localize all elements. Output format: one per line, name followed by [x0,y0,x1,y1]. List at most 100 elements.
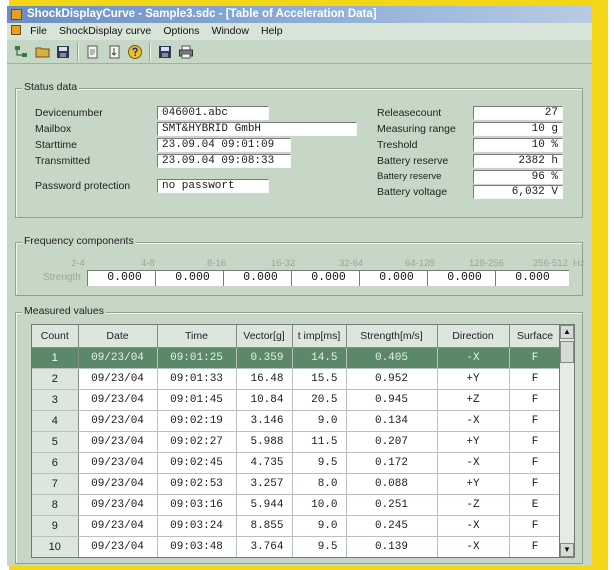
menu-window[interactable]: Window [212,23,249,40]
scroll-up-button[interactable]: ▲ [560,325,574,339]
table-row[interactable]: 4 09/23/04 09:02:19 3.146 9.0 0.134 -X F [32,410,559,432]
cell-vector: 5.944 [236,494,293,516]
freq-band-label: 2-4 [71,258,85,269]
cell-direction: -X [437,515,510,537]
cell-count: 6 [32,452,79,474]
freq-band-label: 128-256 [469,258,504,269]
cell-count: 4 [32,410,79,432]
freq-strength-value: 0.000 [359,270,433,286]
menu-options[interactable]: Options [163,23,199,40]
table-row[interactable]: 6 09/23/04 09:02:45 4.735 9.5 0.172 -X F [32,452,559,474]
cell-timp: 11.5 [292,431,347,453]
save-file-icon[interactable] [157,44,173,60]
devicenumber-field: 046001.abc [157,106,269,120]
cell-surface: F [509,410,559,432]
cell-vector: 0.359 [236,347,293,369]
frequency-components-group: Frequency components [15,235,583,296]
cell-timp: 10.0 [292,494,347,516]
freq-band-label: 64-128 [405,258,435,269]
cell-vector: 8.855 [236,515,293,537]
freq-strength-value: 0.000 [223,270,297,286]
cell-strength: 0.172 [346,452,438,474]
cell-time: 09:01:45 [157,389,237,411]
scroll-down-button[interactable]: ▼ [560,543,574,557]
measuring-range-field: 10 g [473,122,563,136]
cell-date: 09/23/04 [78,347,158,369]
cell-timp: 9.5 [292,536,347,557]
cell-count: 7 [32,473,79,495]
cell-vector: 3.764 [236,536,293,557]
help-icon[interactable] [127,44,143,60]
measured-values-table[interactable]: Count Date Time Vector[g] t imp[ms] Stre… [31,324,560,558]
import-icon[interactable] [107,44,123,60]
column-header-strength[interactable]: Strength[m/s] [346,325,438,348]
tree-icon[interactable] [13,44,29,60]
battery-reserve-percent-label: Battery reserve [377,171,442,182]
cell-count: 10 [32,536,79,557]
table-row[interactable]: 8 09/23/04 09:03:16 5.944 10.0 0.251 -Z E [32,494,559,516]
column-header-date[interactable]: Date [78,325,158,348]
cell-direction: +Y [437,473,510,495]
measuring-range-label: Measuring range [377,123,456,135]
table-row[interactable]: 2 09/23/04 09:01:33 16.48 15.5 0.952 +Y F [32,368,559,390]
export-icon[interactable] [85,44,101,60]
cell-timp: 8.0 [292,473,347,495]
battery-voltage-field: 6,032 V [473,185,563,199]
table-row[interactable]: 3 09/23/04 09:01:45 10.84 20.5 0.945 +Z F [32,389,559,411]
freq-unit-label: Hz [573,258,585,269]
menu-shockdisplay-curve[interactable]: ShockDisplay curve [59,23,151,40]
column-header-direction[interactable]: Direction [437,325,510,348]
title-bar[interactable]: ShockDisplayCurve - Sample3.sdc - [Table… [7,6,592,23]
cell-date: 09/23/04 [78,536,158,557]
table-row[interactable]: 10 09/23/04 09:03:48 3.764 9.5 0.139 -X F [32,536,559,557]
cell-direction: -X [437,410,510,432]
cell-timp: 9.0 [292,515,347,537]
cell-count: 5 [32,431,79,453]
freq-band-label: 4-8 [141,258,155,269]
cell-timp: 20.5 [292,389,347,411]
starttime-field: 23.09.04 09:01:09 [157,138,291,152]
table-row[interactable]: 7 09/23/04 09:02:53 3.257 8.0 0.088 +Y F [32,473,559,495]
transmitted-label: Transmitted [35,155,91,167]
column-header-count[interactable]: Count [32,325,79,348]
mailbox-label: Mailbox [35,123,72,135]
table-row[interactable]: 5 09/23/04 09:02:27 5.988 11.5 0.207 +Y F [32,431,559,453]
cell-direction: +Z [437,389,510,411]
vertical-scrollbar[interactable]: ▲ ▼ [560,324,575,558]
document-icon[interactable] [11,25,21,35]
cell-direction: -X [437,536,510,557]
cell-surface: E [509,494,559,516]
cell-count: 1 [32,347,79,369]
cell-date: 09/23/04 [78,431,158,453]
column-header-time[interactable]: Time [157,325,237,348]
column-header-timp[interactable]: t imp[ms] [292,325,347,348]
toolbar [7,40,592,64]
menu-file[interactable]: File [30,23,47,40]
password-protection-field: no passwort [157,179,269,193]
cell-time: 09:02:19 [157,410,237,432]
cell-time: 09:01:33 [157,368,237,390]
freq-strength-value: 0.000 [155,270,229,286]
cell-strength: 0.207 [346,431,438,453]
open-folder-icon[interactable] [35,44,51,60]
cell-direction: +Y [437,368,510,390]
treshold-label: Treshold [377,139,418,151]
cell-date: 09/23/04 [78,368,158,390]
status-data-title: Status data [22,81,80,93]
column-header-vector[interactable]: Vector[g] [236,325,293,348]
print-icon[interactable] [178,44,194,60]
scroll-thumb[interactable] [560,341,574,363]
cell-vector: 10.84 [236,389,293,411]
cell-strength: 0.134 [346,410,438,432]
table-row[interactable]: 9 09/23/04 09:03:24 8.855 9.0 0.245 -X F [32,515,559,537]
app-icon [11,9,22,20]
cell-surface: F [509,536,559,557]
save-icon[interactable] [55,44,71,60]
cell-strength: 0.088 [346,473,438,495]
cell-strength: 0.952 [346,368,438,390]
mailbox-field: SMT&HYBRID GmbH [157,122,357,136]
freq-band-label: 32-64 [339,258,364,269]
table-row[interactable]: 1 09/23/04 09:01:25 0.359 14.5 0.405 -X F [32,347,559,369]
menu-help[interactable]: Help [261,23,283,40]
column-header-surface[interactable]: Surface [509,325,559,348]
